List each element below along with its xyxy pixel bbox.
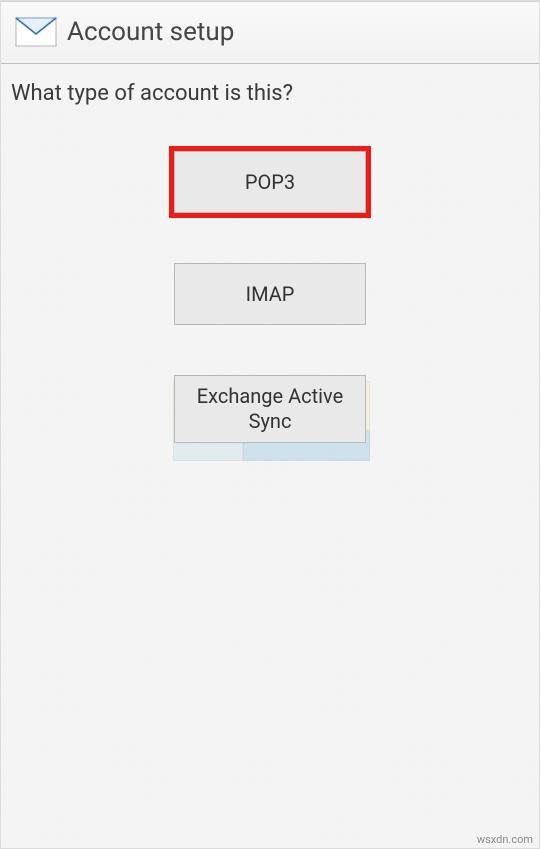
pop3-button[interactable]: POP3 (174, 151, 366, 213)
page-title: Account setup (67, 17, 234, 47)
account-type-buttons: POP3 IMAP Exchange Active Sync (1, 151, 539, 443)
account-type-prompt: What type of account is this? (1, 64, 539, 106)
exchange-activesync-button[interactable]: Exchange Active Sync (174, 375, 366, 443)
mail-icon (15, 17, 57, 47)
app-header: Account setup (1, 1, 539, 64)
source-credit: wsxdn.com (477, 833, 533, 846)
imap-button[interactable]: IMAP (174, 263, 366, 325)
